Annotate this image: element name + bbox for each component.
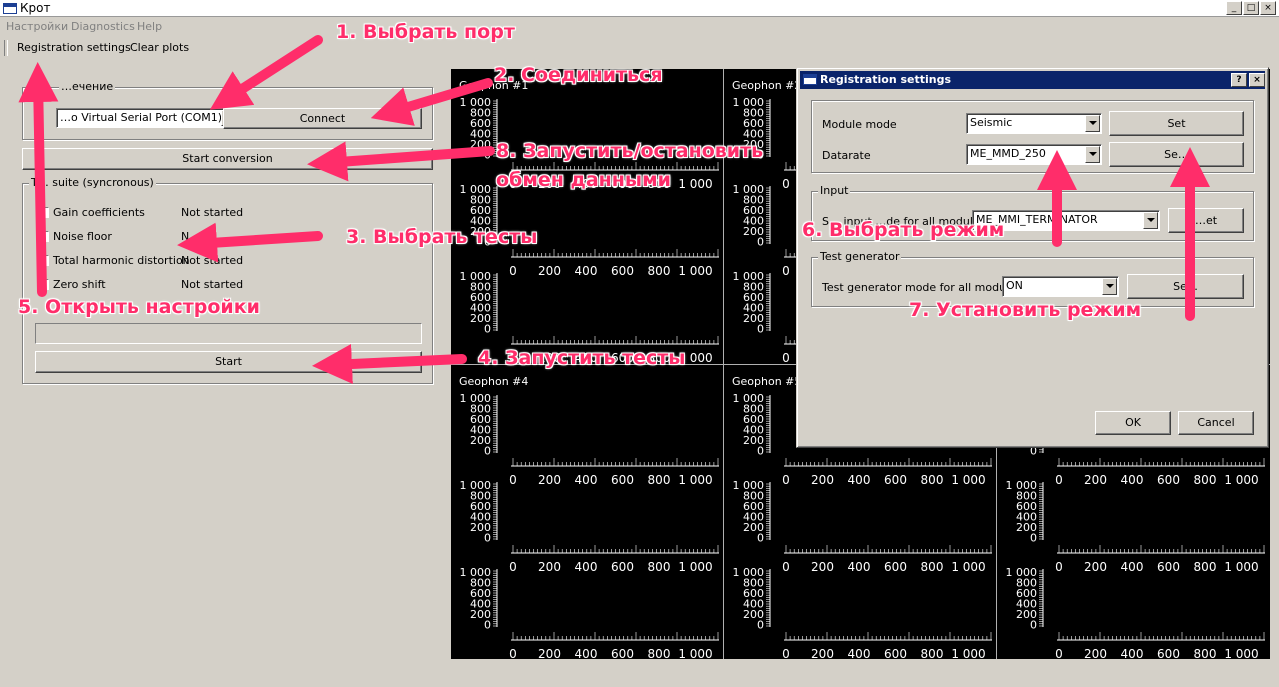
annotation-4: 4. Запустить тесты xyxy=(478,347,686,369)
arrow-3 xyxy=(177,222,323,263)
arrow-4 xyxy=(312,344,467,384)
arrow-8 xyxy=(307,141,495,182)
annotation-5: 5. Открыть настройки xyxy=(18,296,260,318)
arrow-1 xyxy=(209,35,323,110)
arrow-2 xyxy=(370,78,493,126)
annotation-8-line1: 8. Запустить/остановить xyxy=(496,140,764,162)
annotation-3: 3. Выбрать тесты xyxy=(346,226,538,248)
annotation-6: 6. Выбрать режим xyxy=(802,219,1005,241)
arrow-5 xyxy=(18,62,59,297)
annotation-1: 1. Выбрать порт xyxy=(336,21,515,43)
annotation-8-line2: обмен данными xyxy=(496,169,671,191)
annotation-2: 2. Соединиться xyxy=(494,64,663,86)
annotation-arrows xyxy=(18,35,1210,384)
annotation-7: 7. Установить режим xyxy=(909,299,1142,321)
